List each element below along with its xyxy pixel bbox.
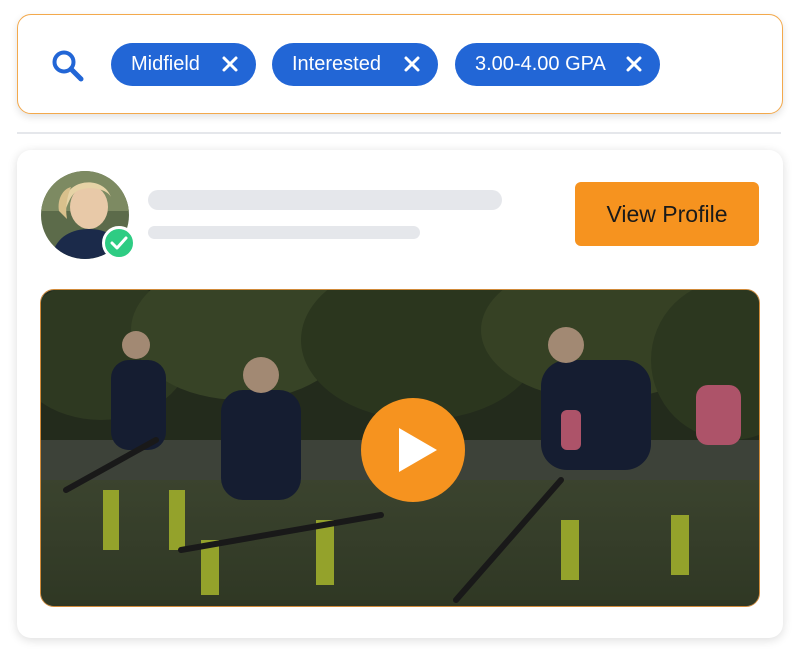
search-icon[interactable] (50, 48, 86, 84)
check-icon (110, 236, 128, 250)
close-icon[interactable] (403, 55, 421, 73)
filter-chip-midfield[interactable]: Midfield (111, 43, 256, 86)
view-profile-button[interactable]: View Profile (575, 182, 759, 246)
play-button[interactable] (361, 398, 465, 502)
name-placeholder (148, 190, 502, 210)
filter-chip-label: Interested (292, 53, 381, 75)
play-icon (399, 428, 437, 472)
subtitle-placeholder (148, 226, 420, 239)
divider (17, 132, 781, 134)
close-icon[interactable] (625, 55, 643, 73)
filter-chip-label: 3.00-4.00 GPA (475, 53, 606, 75)
close-icon[interactable] (221, 55, 239, 73)
filter-chip-gpa[interactable]: 3.00-4.00 GPA (455, 43, 660, 86)
filter-chip-label: Midfield (131, 53, 200, 75)
filter-chip-interested[interactable]: Interested (272, 43, 438, 86)
verified-badge (102, 226, 136, 260)
